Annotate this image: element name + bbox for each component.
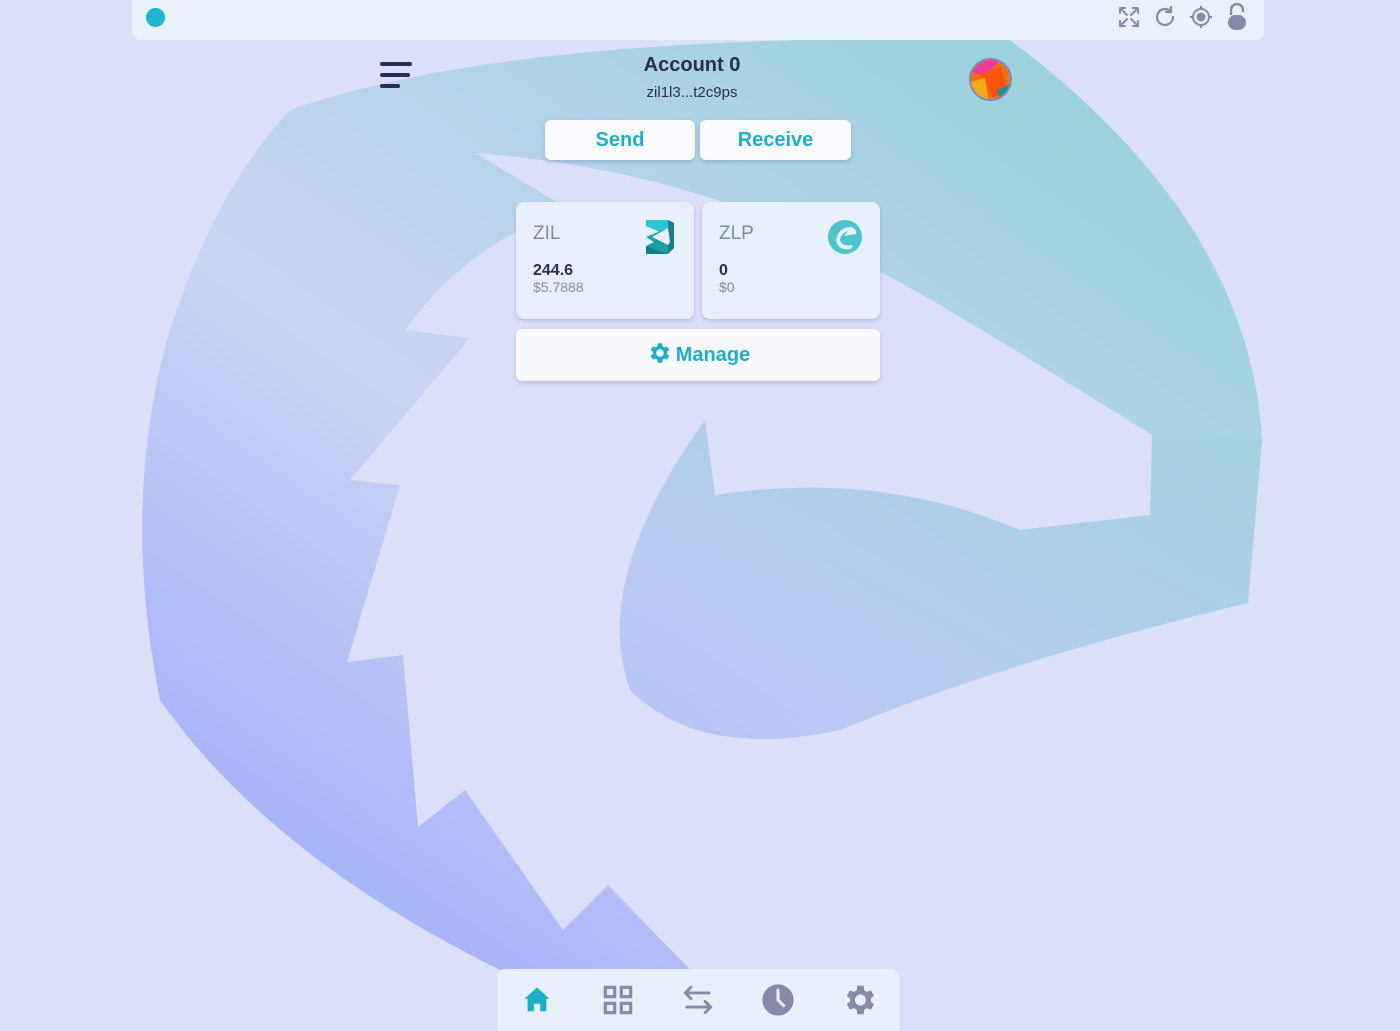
bottom-navigation (497, 969, 899, 1031)
transfer-arrows-icon (683, 985, 713, 1015)
home-icon (524, 987, 550, 1012)
lock-icon[interactable] (1224, 3, 1250, 31)
account-address[interactable]: zil1l3...t2c9ps (540, 84, 844, 101)
nav-history[interactable] (756, 978, 800, 1022)
clock-icon (762, 984, 794, 1016)
target-icon[interactable] (1188, 3, 1214, 31)
refresh-icon[interactable] (1152, 3, 1178, 31)
token-symbol: ZLP (719, 223, 754, 244)
token-amount: 0 (719, 262, 728, 279)
nav-home[interactable] (515, 978, 559, 1022)
connection-status-dot (146, 8, 165, 27)
nav-browser[interactable] (596, 978, 640, 1022)
receive-button[interactable]: Receive (700, 120, 851, 160)
zilliqa-logo-icon (640, 218, 678, 256)
topbar-actions (1116, 3, 1250, 31)
account-name[interactable]: Account 0 (540, 54, 844, 77)
nav-swap[interactable] (676, 978, 720, 1022)
apps-grid-icon (603, 985, 632, 1015)
gear-icon (646, 340, 672, 371)
token-amount: 244.6 (533, 262, 574, 279)
expand-icon[interactable] (1116, 3, 1142, 31)
token-card-zil[interactable]: ZIL 244.6 $5.7888 (516, 202, 694, 319)
manage-button[interactable]: Manage (516, 329, 880, 381)
nav-settings[interactable] (837, 978, 881, 1022)
top-bar (132, 0, 1264, 40)
token-fiat-value: $0 (719, 279, 735, 295)
account-avatar[interactable] (969, 58, 1012, 101)
zilpay-logo-icon (826, 218, 864, 256)
token-card-zlp[interactable]: ZLP 0 $0 (702, 202, 880, 319)
token-fiat-value: $5.7888 (533, 279, 584, 295)
send-button[interactable]: Send (545, 120, 695, 160)
settings-gear-icon (846, 985, 874, 1015)
manage-label: Manage (675, 343, 751, 366)
hamburger-menu-icon[interactable] (380, 62, 420, 98)
token-symbol: ZIL (533, 223, 561, 244)
